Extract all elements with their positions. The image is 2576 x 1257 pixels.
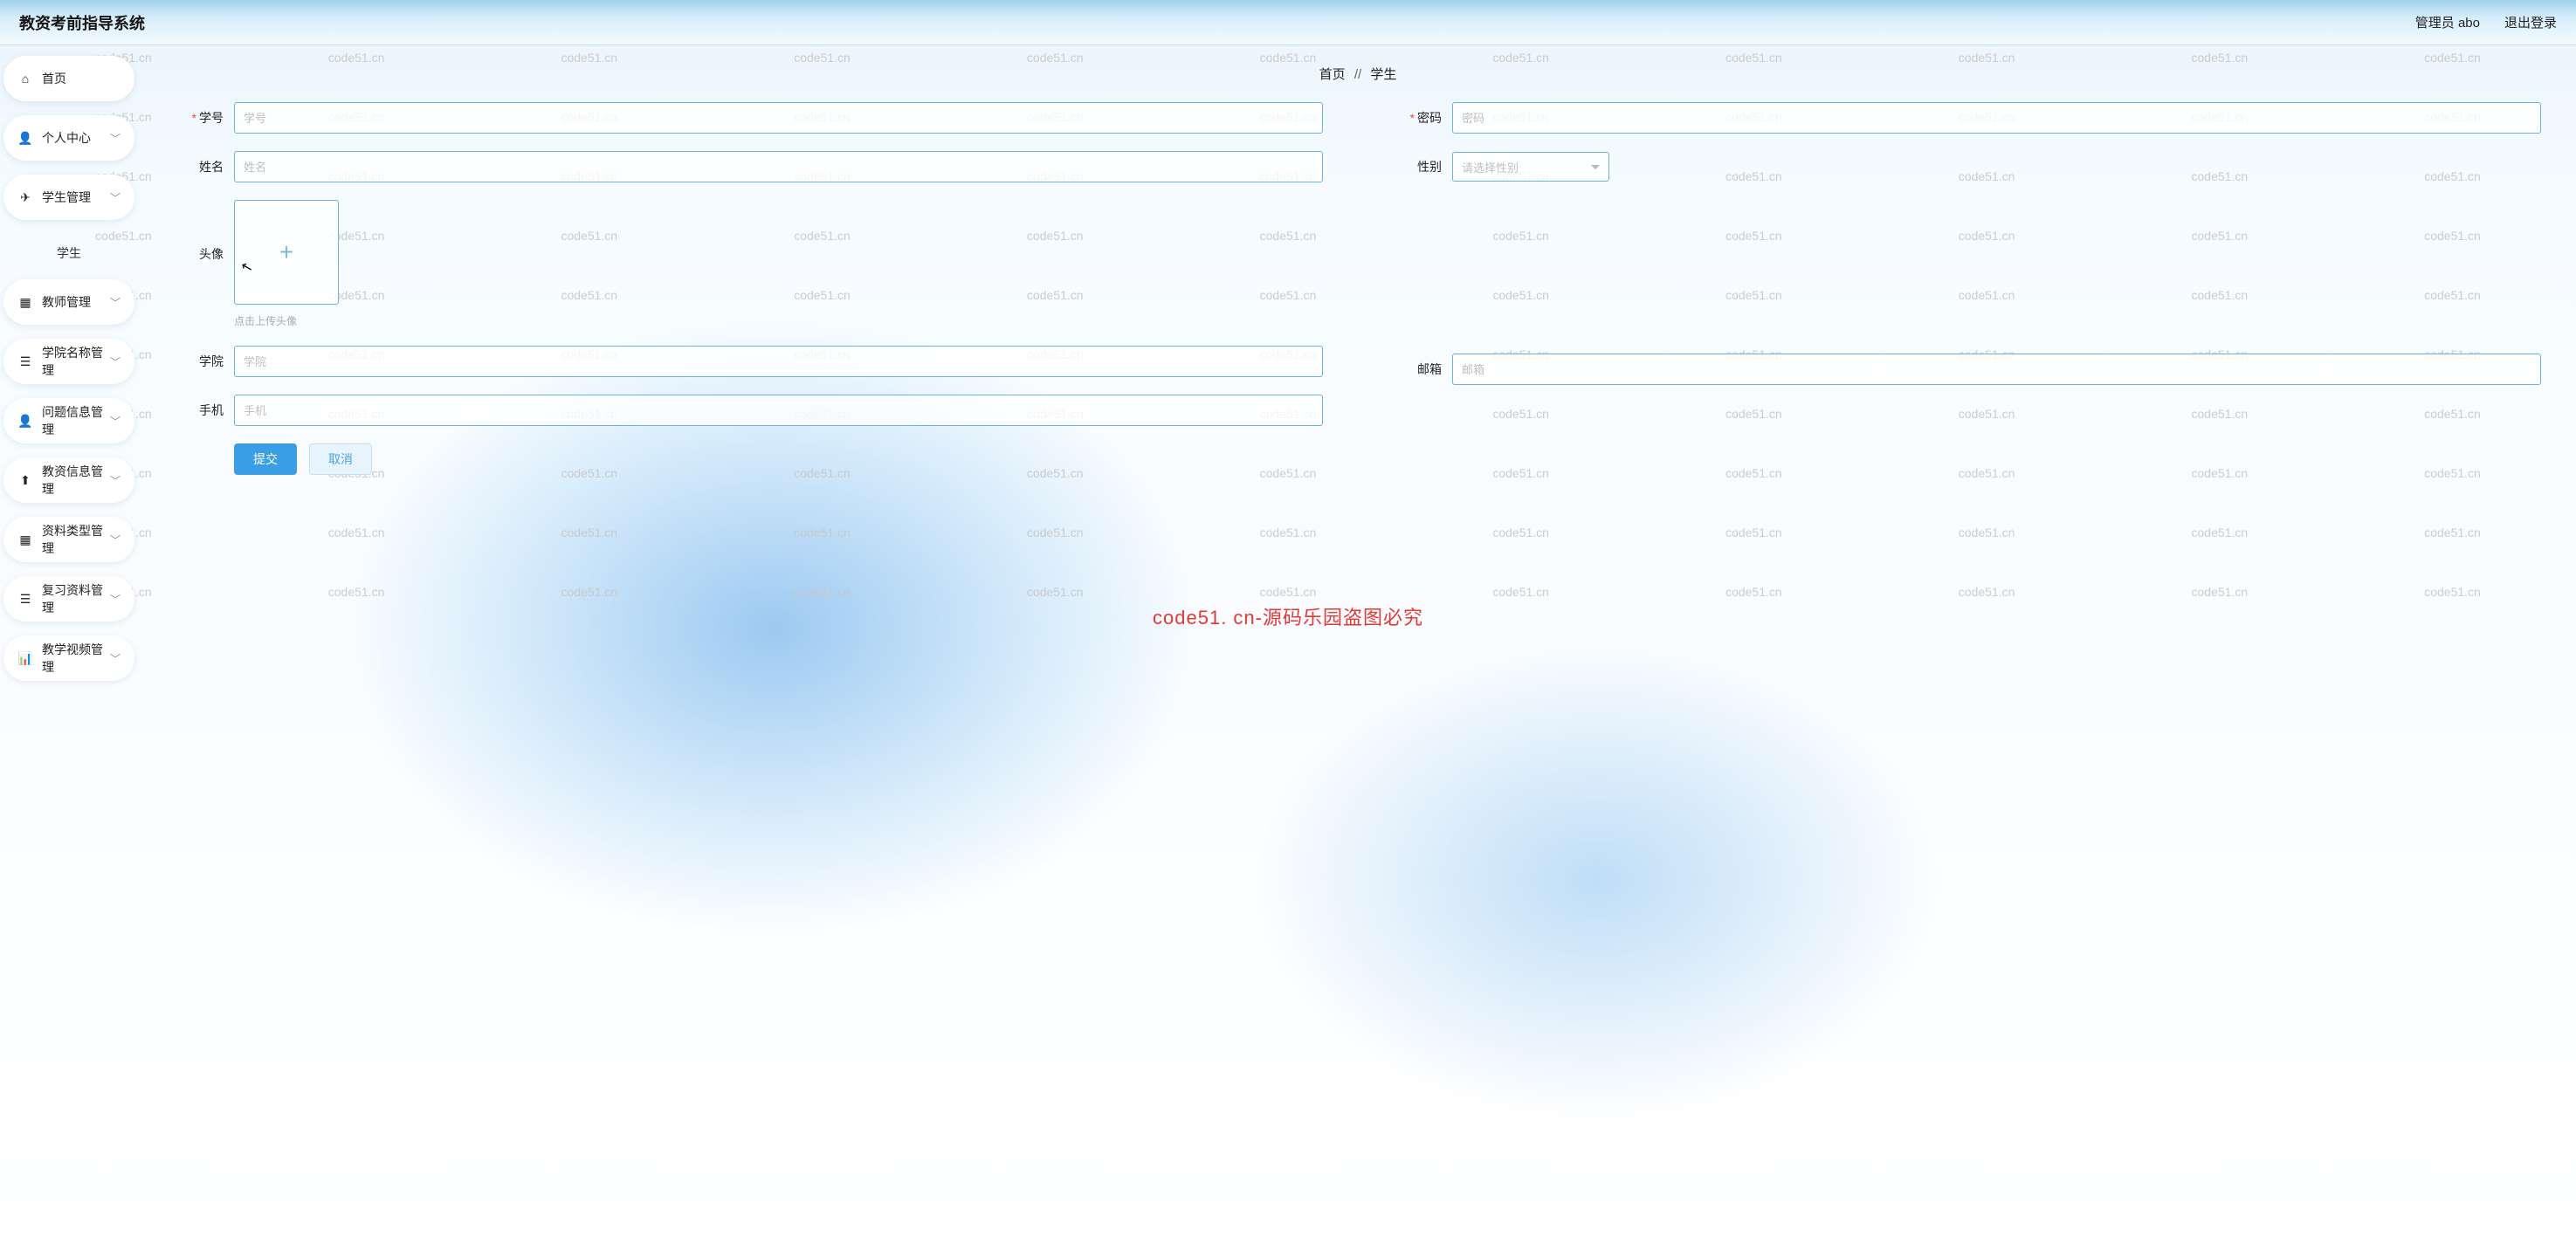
breadcrumb-current: 学生 bbox=[1370, 67, 1396, 82]
sidebar-subitem[interactable]: 学生 bbox=[3, 234, 134, 279]
field-student-id: *学号 bbox=[175, 102, 1323, 134]
field-name: 姓名 bbox=[175, 151, 1323, 182]
breadcrumb-home[interactable]: 首页 bbox=[1319, 67, 1346, 82]
label-phone: 手机 bbox=[199, 403, 224, 417]
label-password: 密码 bbox=[1417, 111, 1442, 125]
submit-button[interactable]: 提交 bbox=[234, 443, 297, 475]
person-icon: 👤 bbox=[17, 131, 33, 146]
home-icon: ⌂ bbox=[17, 72, 33, 86]
form-col-left: *学号 姓名 头像 + 点击上传头像 bbox=[175, 102, 1323, 475]
sidebar-item-label: 学院名称管理 bbox=[42, 344, 110, 379]
input-password[interactable] bbox=[1452, 102, 2541, 134]
sidebar-item-0[interactable]: ⌂ 首页 bbox=[3, 56, 134, 101]
input-student-id[interactable] bbox=[234, 102, 1323, 134]
label-avatar: 头像 bbox=[199, 247, 224, 261]
label-college: 学院 bbox=[199, 354, 224, 368]
breadcrumb: 首页 // 学生 bbox=[175, 65, 2541, 83]
sidebar-item-6[interactable]: ⬆ 教资信息管理﹀ bbox=[3, 457, 134, 503]
sidebar-item-1[interactable]: 👤 个人中心﹀ bbox=[3, 115, 134, 161]
top-bar: 教资考前指导系统 管理员 abo 退出登录 bbox=[0, 0, 2576, 45]
input-email[interactable] bbox=[1452, 354, 2541, 385]
topbar-right: 管理员 abo 退出登录 bbox=[2415, 13, 2557, 31]
sidebar-item-label: 学生管理 bbox=[42, 189, 110, 206]
avatar-upload-hint: 点击上传头像 bbox=[234, 313, 1323, 328]
admin-link[interactable]: 管理员 abo bbox=[2415, 13, 2480, 31]
field-avatar: 头像 + 点击上传头像 bbox=[175, 200, 1323, 328]
bars-icon: 📊 bbox=[17, 651, 33, 666]
logout-link[interactable]: 退出登录 bbox=[2504, 13, 2557, 31]
label-email: 邮箱 bbox=[1417, 362, 1442, 376]
sidebar-item-label: 教学视频管理 bbox=[42, 641, 110, 676]
sidebar-item-label: 个人中心 bbox=[42, 129, 110, 147]
student-form: *学号 姓名 头像 + 点击上传头像 bbox=[175, 102, 2541, 475]
sidebar-item-4[interactable]: ☰ 学院名称管理﹀ bbox=[3, 339, 134, 384]
list-icon: ☰ bbox=[17, 354, 33, 369]
chevron-down-icon: ﹀ bbox=[110, 354, 121, 369]
select-gender-placeholder: 请选择性别 bbox=[1462, 159, 1519, 175]
sidebar-item-label: 资料类型管理 bbox=[42, 522, 110, 557]
select-gender[interactable]: 请选择性别 bbox=[1452, 152, 1609, 182]
avatar-uploader[interactable]: + bbox=[234, 200, 339, 305]
sidebar-item-5[interactable]: 👤 问题信息管理﹀ bbox=[3, 398, 134, 443]
chevron-down-icon: ﹀ bbox=[110, 473, 121, 488]
main-content: 首页 // 学生 *学号 姓名 头像 + bbox=[140, 45, 2576, 705]
field-phone: 手机 bbox=[175, 395, 1323, 426]
list-icon: ☰ bbox=[17, 592, 33, 607]
form-col-right: *密码 性别 请选择性别 邮箱 bbox=[1393, 102, 2541, 475]
label-student-id: 学号 bbox=[199, 111, 224, 125]
sidebar-item-8[interactable]: ☰ 复习资料管理﹀ bbox=[3, 576, 134, 622]
app-title: 教资考前指导系统 bbox=[19, 11, 145, 34]
sidebar-item-7[interactable]: ▦ 资料类型管理﹀ bbox=[3, 517, 134, 562]
chevron-down-icon: ﹀ bbox=[110, 651, 121, 666]
field-college: 学院 bbox=[175, 346, 1323, 377]
field-gender: 性别 请选择性别 bbox=[1393, 151, 2541, 182]
label-name: 姓名 bbox=[199, 160, 224, 174]
upload-icon: ⬆ bbox=[17, 473, 33, 488]
form-actions: 提交 取消 bbox=[234, 443, 1323, 475]
sidebar-item-label: 教资信息管理 bbox=[42, 463, 110, 498]
input-name[interactable] bbox=[234, 151, 1323, 182]
field-password: *密码 bbox=[1393, 102, 2541, 134]
sidebar-item-label: 问题信息管理 bbox=[42, 403, 110, 438]
send-icon: ✈ bbox=[17, 190, 33, 205]
input-college[interactable] bbox=[234, 346, 1323, 377]
sidebar-item-label: 教师管理 bbox=[42, 293, 110, 311]
chevron-down-icon: ﹀ bbox=[110, 131, 121, 146]
breadcrumb-sep: // bbox=[1354, 67, 1361, 82]
chevron-down-icon: ﹀ bbox=[110, 414, 121, 429]
grid-icon: ▦ bbox=[17, 295, 33, 310]
chevron-down-icon: ﹀ bbox=[110, 532, 121, 547]
input-phone[interactable] bbox=[234, 395, 1323, 426]
sidebar-item-2[interactable]: ✈ 学生管理﹀ bbox=[3, 175, 134, 220]
chevron-down-icon: ﹀ bbox=[110, 190, 121, 205]
sidebar-item-label: 首页 bbox=[42, 70, 121, 87]
grid-icon: ▦ bbox=[17, 532, 33, 547]
label-gender: 性别 bbox=[1417, 160, 1442, 174]
plus-icon: + bbox=[279, 238, 293, 266]
cancel-button[interactable]: 取消 bbox=[309, 443, 372, 475]
chevron-down-icon: ﹀ bbox=[110, 295, 121, 310]
sidebar: ⌂首页👤个人中心﹀✈学生管理﹀学生▦教师管理﹀☰学院名称管理﹀👤问题信息管理﹀⬆… bbox=[0, 45, 140, 705]
person-icon: 👤 bbox=[17, 414, 33, 429]
sidebar-item-3[interactable]: ▦ 教师管理﹀ bbox=[3, 279, 134, 325]
chevron-down-icon: ﹀ bbox=[110, 592, 121, 607]
sidebar-item-label: 复习资料管理 bbox=[42, 581, 110, 616]
field-email: 邮箱 bbox=[1393, 354, 2541, 385]
sidebar-item-9[interactable]: 📊 教学视频管理﹀ bbox=[3, 635, 134, 681]
